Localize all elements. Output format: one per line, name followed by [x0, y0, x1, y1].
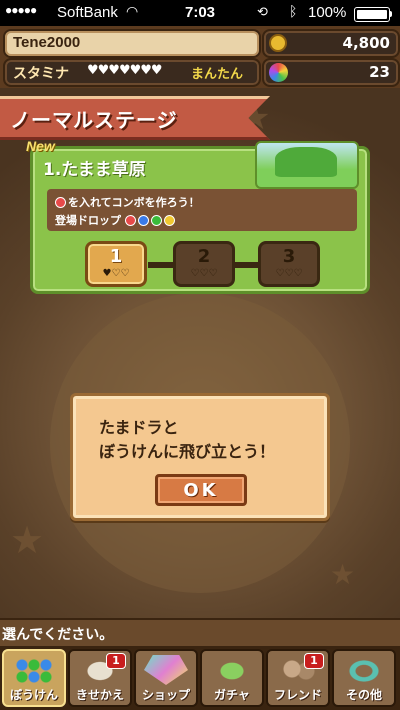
battery-percent: 100%	[308, 4, 347, 21]
ok-label: OK	[183, 480, 219, 501]
dialog-line-1: たまドラと	[99, 418, 179, 437]
battery-icon	[354, 7, 390, 22]
stage-thumbnail	[255, 141, 359, 189]
coin-counter: 4,800	[262, 29, 400, 58]
egg-gacha-icon	[210, 655, 254, 685]
nav-label: きせかえ	[75, 688, 124, 702]
stamina-status: まんたん	[191, 67, 244, 82]
tutorial-dialog: たまドラと ぼうけんに飛び立とう！ OK	[70, 393, 330, 521]
nav-adventure[interactable]: ぼうけん	[2, 649, 66, 707]
other-ring-icon	[342, 655, 386, 685]
notification-badge: 1	[304, 653, 324, 669]
nav-label: ガチャ	[214, 688, 250, 702]
blue-drop-icon	[137, 215, 149, 226]
level-hearts: ♡♡♡	[190, 268, 218, 279]
bottom-navigation: ぼうけん 1 きせかえ ショップ ガチャ 1 フレンド その他	[0, 646, 400, 710]
stage-description: を入れてコンボを作ろう！ 登場ドロップ	[47, 189, 357, 231]
level-number: 3	[282, 246, 296, 267]
nav-other[interactable]: その他	[332, 649, 396, 707]
crystal-shop-icon	[144, 655, 188, 685]
stage-card[interactable]: 1.たまま草原 を入れてコンボを作ろう！ 登場ドロップ 1 ♥♡♡ 2 ♡♡♡ …	[30, 141, 370, 294]
adventure-orbs-icon	[12, 655, 56, 685]
nav-label: ショップ	[141, 688, 190, 702]
player-name: Tene2000	[13, 34, 81, 51]
nav-outfit[interactable]: 1 きせかえ	[68, 649, 132, 707]
message-text: 選んでください。	[2, 627, 114, 643]
notification-badge: 1	[106, 653, 126, 669]
nav-label: ぼうけん	[9, 688, 58, 702]
stage-title: 1.たまま草原	[43, 160, 146, 180]
coin-icon	[269, 34, 287, 52]
level-2-button[interactable]: 2 ♡♡♡	[173, 241, 235, 287]
message-strip: 選んでください。	[0, 618, 400, 646]
level-number: 1	[109, 246, 123, 267]
gem-counter[interactable]: 23	[262, 58, 400, 87]
level-1-button[interactable]: 1 ♥♡♡	[85, 241, 147, 287]
rainbow-gem-icon	[269, 63, 288, 82]
dialog-line-2: ぼうけんに飛び立とう！	[99, 442, 276, 461]
new-badge: New	[26, 138, 55, 154]
coin-count: 4,800	[342, 34, 390, 52]
main-area: ★ ★ ★ ★ ノーマルステージ 1.たまま草原 を入れてコンボを作ろう！ 登場…	[0, 88, 400, 618]
player-header: Tene2000 スタミナ ♥♥♥♥♥♥♥ まんたん 4,800 23	[0, 26, 400, 88]
star-decoration-icon: ★	[10, 518, 45, 562]
stamina-box: スタミナ ♥♥♥♥♥♥♥ まんたん	[3, 58, 261, 87]
nav-shop[interactable]: ショップ	[134, 649, 198, 707]
nav-label: フレンド	[273, 688, 322, 702]
yellow-drop-icon	[163, 215, 175, 226]
level-3-button[interactable]: 3 ♡♡♡	[258, 241, 320, 287]
green-drop-icon	[150, 215, 162, 226]
stamina-hearts: ♥♥♥♥♥♥♥	[87, 63, 163, 78]
level-hearts: ♥♡♡	[102, 268, 130, 279]
nav-friend[interactable]: 1 フレンド	[266, 649, 330, 707]
gem-count: 23	[369, 63, 390, 81]
stage-category-banner: ノーマルステージ	[0, 96, 270, 140]
red-drop-icon	[55, 197, 66, 208]
rotation-lock-icon: ⟲	[257, 4, 268, 19]
status-bar: ●●●●● SoftBank ◠ 7:03 ⟲ ᛒ 100%	[0, 0, 400, 26]
level-hearts: ♡♡♡	[275, 268, 303, 279]
nav-gacha[interactable]: ガチャ	[200, 649, 264, 707]
ok-button[interactable]: OK	[155, 474, 247, 506]
player-name-box[interactable]: Tene2000	[3, 29, 261, 58]
banner-title: ノーマルステージ	[10, 108, 178, 132]
description-line-2: 登場ドロップ	[55, 212, 177, 228]
stamina-label: スタミナ	[13, 66, 69, 82]
red-drop-icon	[124, 215, 136, 226]
level-number: 2	[197, 246, 211, 267]
star-decoration-icon: ★	[330, 558, 356, 591]
description-line-1: を入れてコンボを作ろう！	[55, 194, 200, 210]
nav-label: その他	[345, 688, 382, 702]
bluetooth-icon: ᛒ	[289, 3, 298, 19]
